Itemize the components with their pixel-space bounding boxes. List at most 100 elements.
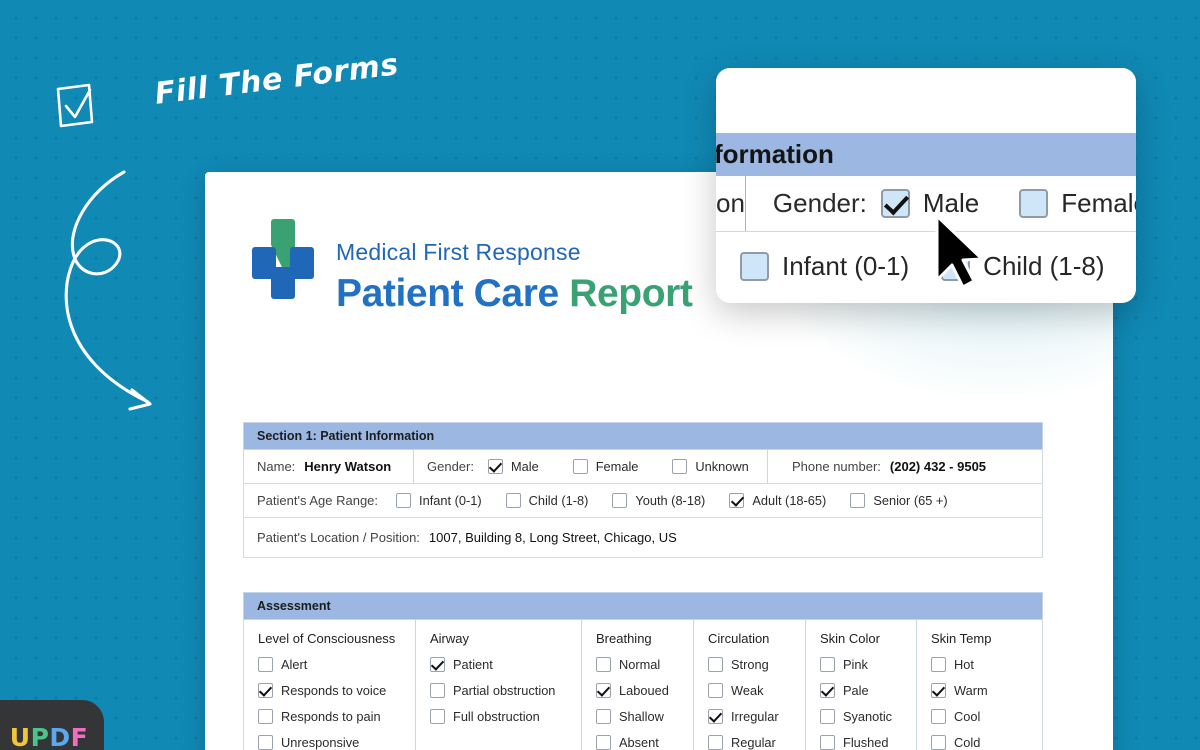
option-pink[interactable]: Pink bbox=[820, 657, 916, 672]
age-option-adult[interactable]: Adult (18-65) bbox=[729, 493, 826, 508]
popup-header-text: formation bbox=[716, 139, 834, 169]
option-regular[interactable]: Regular bbox=[708, 735, 805, 750]
option-label: Full obstruction bbox=[453, 709, 540, 724]
option-syanotic[interactable]: Syanotic bbox=[820, 709, 916, 724]
option-label: Warm bbox=[954, 683, 988, 698]
popup-gender-option-female[interactable]: Female bbox=[1019, 188, 1136, 219]
checkbox-icon[interactable] bbox=[572, 459, 588, 474]
age-option-youth[interactable]: Youth (8-18) bbox=[612, 493, 705, 508]
option-laboued[interactable]: Laboued bbox=[596, 683, 693, 698]
checkbox-icon[interactable] bbox=[396, 493, 412, 508]
section1-table: Section 1: Patient Information Name: Hen… bbox=[243, 422, 1043, 558]
checkbox-icon[interactable] bbox=[931, 735, 946, 750]
option-alert[interactable]: Alert bbox=[258, 657, 415, 672]
checkbox-icon[interactable] bbox=[672, 459, 688, 474]
popup-age-option-infant[interactable]: Infant (0-1) bbox=[740, 251, 909, 282]
checkbox-icon[interactable] bbox=[708, 709, 723, 724]
magnifier-popup[interactable]: formation on Gender: Male Female I bbox=[716, 68, 1136, 303]
option-shallow[interactable]: Shallow bbox=[596, 709, 693, 724]
name-label: Name: bbox=[257, 459, 296, 474]
checkbox-icon[interactable] bbox=[258, 683, 273, 698]
checkbox-icon[interactable] bbox=[505, 493, 521, 508]
checkbox-icon[interactable] bbox=[430, 709, 445, 724]
checkbox-icon[interactable] bbox=[931, 709, 946, 724]
age-option-infant[interactable]: Infant (0-1) bbox=[396, 493, 482, 508]
popup-section-header: formation bbox=[716, 133, 1136, 176]
checkbox-icon[interactable] bbox=[820, 735, 835, 750]
option-responds-to-pain[interactable]: Responds to pain bbox=[258, 709, 415, 724]
option-pale[interactable]: Pale bbox=[820, 683, 916, 698]
checkbox-icon[interactable] bbox=[708, 683, 723, 698]
table-row: Name: Henry Watson Gender: Male Female U… bbox=[244, 450, 1042, 484]
checkbox-icon[interactable] bbox=[820, 683, 835, 698]
gender-cell[interactable]: Gender: Male Female Unknown bbox=[414, 450, 768, 483]
checkbox-icon[interactable] bbox=[596, 735, 611, 750]
column-title: Airway bbox=[430, 631, 470, 646]
option-full-obstruction[interactable]: Full obstruction bbox=[430, 709, 581, 724]
option-label: Partial obstruction bbox=[453, 683, 556, 698]
mouse-pointer-icon bbox=[935, 214, 984, 289]
checkbox-icon[interactable] bbox=[430, 657, 445, 672]
checkbox-icon[interactable] bbox=[820, 657, 835, 672]
checkbox-icon[interactable] bbox=[740, 251, 769, 281]
column-title: Level of Consciousness bbox=[258, 631, 396, 646]
option-warm[interactable]: Warm bbox=[931, 683, 1042, 698]
option-label: Hot bbox=[954, 657, 974, 672]
checkbox-icon[interactable] bbox=[430, 683, 445, 698]
medical-cross-logo-icon bbox=[252, 219, 314, 299]
checkbox-icon[interactable] bbox=[258, 735, 273, 750]
option-flushed[interactable]: Flushed bbox=[820, 735, 916, 750]
age-option-senior[interactable]: Senior (65 +) bbox=[850, 493, 948, 508]
popup-position-text-cell: on bbox=[716, 176, 746, 231]
option-label: Infant (0-1) bbox=[782, 250, 910, 281]
checkbox-icon[interactable] bbox=[596, 683, 611, 698]
option-label: Laboued bbox=[619, 683, 669, 698]
option-label: Pale bbox=[843, 683, 869, 698]
assessment-header: Assessment bbox=[243, 592, 1043, 619]
checkbox-icon[interactable] bbox=[612, 493, 628, 508]
option-normal[interactable]: Normal bbox=[596, 657, 693, 672]
checkbox-icon[interactable] bbox=[596, 709, 611, 724]
name-cell[interactable]: Name: Henry Watson bbox=[244, 450, 414, 483]
option-responds-to-voice[interactable]: Responds to voice bbox=[258, 683, 415, 698]
checkbox-icon[interactable] bbox=[596, 657, 611, 672]
option-hot[interactable]: Hot bbox=[931, 657, 1042, 672]
gender-option-female[interactable]: Female bbox=[572, 459, 638, 474]
document-header: Medical First Response Patient Care Repo… bbox=[252, 217, 693, 316]
location-cell[interactable]: Patient's Location / Position: 1007, Bui… bbox=[244, 518, 1042, 557]
option-unresponsive[interactable]: Unresponsive bbox=[258, 735, 415, 750]
assessment-column-skin-temp: Skin Temp Hot Warm Cool Cold bbox=[917, 620, 1042, 750]
gender-option-male[interactable]: Male bbox=[487, 459, 539, 474]
checkbox-icon[interactable] bbox=[729, 493, 745, 508]
screenshot-root: Fill The Forms Medical First Response Pa… bbox=[0, 0, 1200, 750]
age-option-child[interactable]: Child (1-8) bbox=[505, 493, 588, 508]
checkbox-icon[interactable] bbox=[931, 657, 946, 672]
checkbox-icon[interactable] bbox=[708, 657, 723, 672]
popup-position-text: on bbox=[716, 188, 745, 218]
checkbox-icon[interactable] bbox=[258, 709, 273, 724]
option-label: Shallow bbox=[619, 709, 664, 724]
checkbox-icon[interactable] bbox=[820, 709, 835, 724]
checkbox-icon[interactable] bbox=[850, 493, 866, 508]
option-weak[interactable]: Weak bbox=[708, 683, 805, 698]
checkbox-icon[interactable] bbox=[487, 459, 503, 474]
age-range-cell[interactable]: Patient's Age Range: Infant (0-1) Child … bbox=[244, 484, 1042, 517]
option-absent[interactable]: Absent bbox=[596, 735, 693, 750]
option-patient[interactable]: Patient bbox=[430, 657, 581, 672]
checkbox-icon[interactable] bbox=[258, 657, 273, 672]
phone-cell[interactable]: Phone number: (202) 432 - 9505 bbox=[768, 450, 1042, 483]
checkbox-icon[interactable] bbox=[880, 189, 910, 218]
gender-option-unknown[interactable]: Unknown bbox=[672, 459, 749, 474]
option-strong[interactable]: Strong bbox=[708, 657, 805, 672]
option-label: Infant (0-1) bbox=[419, 493, 482, 508]
option-partial-obstruction[interactable]: Partial obstruction bbox=[430, 683, 581, 698]
assessment-column-skin-color: Skin Color Pink Pale Syanotic Flushed bbox=[806, 620, 917, 750]
option-cold[interactable]: Cold bbox=[931, 735, 1042, 750]
location-value: 1007, Building 8, Long Street, Chicago, … bbox=[428, 530, 677, 545]
popup-gender-label: Gender: bbox=[772, 188, 867, 218]
option-cool[interactable]: Cool bbox=[931, 709, 1042, 724]
checkbox-icon[interactable] bbox=[1019, 189, 1049, 218]
option-irregular[interactable]: Irregular bbox=[708, 709, 805, 724]
checkbox-icon[interactable] bbox=[931, 683, 946, 698]
checkbox-icon[interactable] bbox=[708, 735, 723, 750]
